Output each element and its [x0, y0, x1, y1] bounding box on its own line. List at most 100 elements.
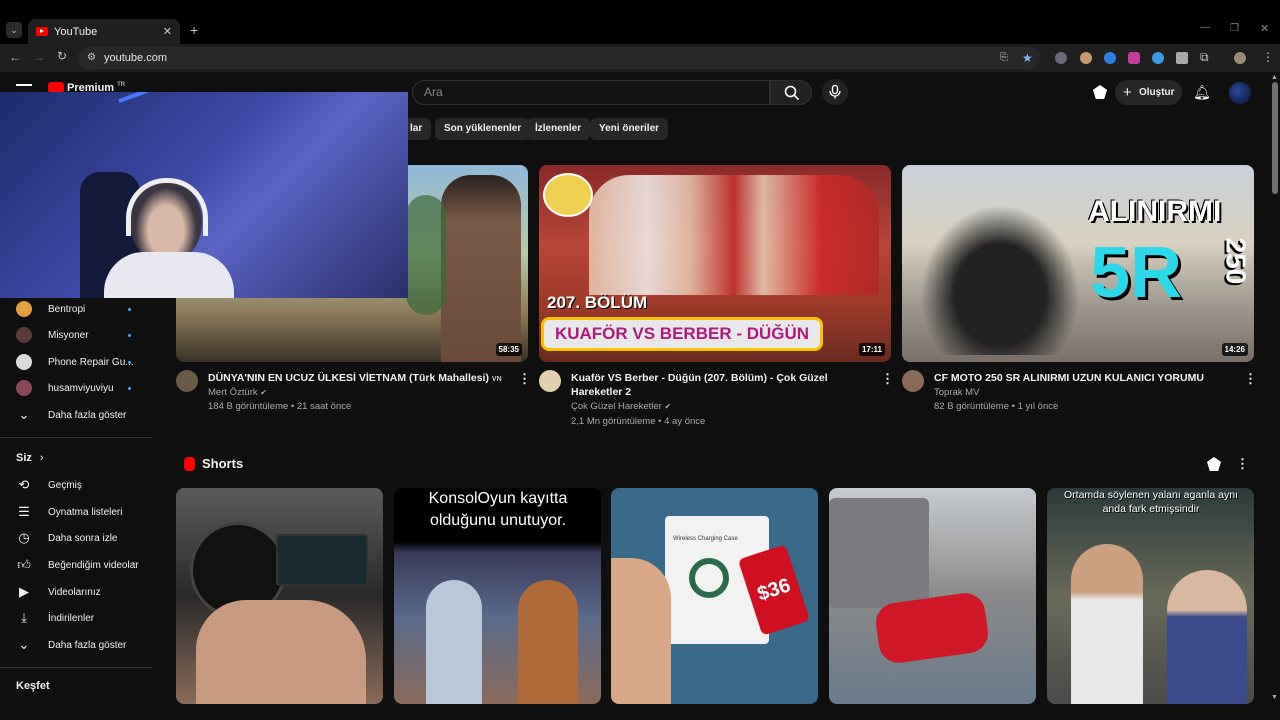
minimize-icon[interactable]: — [1200, 22, 1210, 33]
account-avatar[interactable] [1229, 82, 1251, 104]
shorts-more-icon[interactable]: ⋮ [1236, 456, 1249, 472]
sidebar-subscription[interactable]: husamviyuviyu [16, 380, 114, 396]
channel-name[interactable]: Mert Öztürk ✔ [208, 386, 267, 400]
sidebar-item-your-videos[interactable]: ▶ Videolarınız [16, 584, 101, 600]
bookmark-star-icon[interactable]: ★ [1022, 47, 1033, 69]
sidebar-subscription[interactable]: Phone Repair Gu... [16, 354, 134, 370]
maximize-icon[interactable]: ❐ [1230, 23, 1239, 34]
voice-search-button[interactable] [822, 79, 848, 105]
sidebar-item-downloads[interactable]: ⤓ İndirilenler [16, 610, 94, 626]
youtube-favicon-icon [36, 27, 48, 36]
channel-name-text: Çok Güzel Hareketler [571, 401, 662, 412]
chip-recently-uploaded[interactable]: Son yüklenenler [435, 118, 531, 140]
tab-list-icon[interactable]: ⌄ [6, 22, 22, 38]
video-thumbnail[interactable]: 207. BÖLÜM KUAFÖR VS BERBER - DÜĞÜN 17:1… [539, 165, 891, 362]
scroll-up-icon[interactable]: ▲ [1271, 74, 1278, 81]
sidebar-item-label: Geçmiş [48, 479, 82, 491]
extension-blue-icon[interactable] [1104, 52, 1116, 64]
tab-close-icon[interactable]: ✕ [163, 25, 172, 38]
sidebar-item-watch-later[interactable]: ◷ Daha sonra izle [16, 530, 117, 546]
extension-cyan-icon[interactable] [1152, 52, 1164, 64]
back-icon[interactable]: ← [9, 50, 21, 64]
browser-tab-bar: ⌄ YouTube ✕ + — ❐ ✕ [0, 0, 1280, 44]
channel-avatar[interactable] [539, 370, 561, 392]
short-video[interactable]: KonsolOyun kayıtta olduğunu unutuyor. [394, 488, 601, 704]
install-app-icon[interactable]: ⎘ [1000, 47, 1008, 69]
channel-name[interactable]: Toprak MV [934, 386, 979, 400]
sidebar-divider [0, 437, 152, 438]
video-more-icon[interactable]: ⋮ [1244, 371, 1257, 387]
forward-icon[interactable]: → [33, 50, 45, 64]
shorts-heading: Shorts [202, 456, 244, 471]
webcam-light [118, 92, 148, 104]
chip-new-to-you[interactable]: Yeni öneriler [590, 118, 669, 140]
search-button[interactable] [770, 80, 812, 105]
extension-filter-icon[interactable] [1176, 52, 1188, 64]
short-video[interactable]: Ortamda söylenen yalanı aganla aynı anda… [1047, 488, 1254, 704]
extension-avatar-icon[interactable] [1080, 52, 1092, 64]
channel-avatar[interactable] [902, 370, 924, 392]
video-title[interactable]: Kuaför VS Berber - Düğün (207. Bölüm) - … [571, 371, 876, 399]
sidebar-item-liked-videos[interactable]: 👍︎ Beğendiğim videolar [16, 557, 139, 573]
profile-avatar-icon[interactable] [1234, 52, 1246, 64]
video-duration: 17:11 [858, 343, 885, 356]
sidebar-show-more[interactable]: ⌄ Daha fazla göster [16, 637, 127, 653]
sidebar-item-label: İndirilenler [48, 612, 95, 624]
your-videos-icon: ▶ [19, 584, 29, 599]
video-thumbnail[interactable]: ALINIRMI 5R 250 14:26 [902, 165, 1254, 362]
short-display [276, 534, 368, 586]
short-person [1071, 544, 1143, 704]
short-caption: Ortamda söylenen yalanı aganla aynı anda… [1064, 489, 1238, 515]
sidebar-item-history[interactable]: ⟲ Geçmiş [16, 477, 82, 493]
notifications-bell-icon[interactable]: 🔔︎ [1193, 84, 1211, 101]
subscription-avatar [16, 354, 32, 370]
video-title[interactable]: DÜNYA'NIN EN UCUZ ÜLKESİ VİETNAM (Türk M… [208, 371, 508, 387]
short-person [426, 580, 482, 704]
short-engine [829, 498, 929, 608]
short-box-label: Wireless Charging Case [673, 536, 738, 542]
search-input[interactable]: Ara [412, 80, 770, 105]
browser-tab[interactable]: YouTube ✕ [28, 19, 180, 44]
create-label: Oluştur [1139, 87, 1175, 98]
reload-icon[interactable]: ↻ [57, 49, 67, 63]
chevron-down-icon: ⌄ [18, 637, 30, 652]
extension-pink-icon[interactable] [1128, 52, 1140, 64]
history-icon: ⟲ [18, 477, 30, 492]
url-text: youtube.com [104, 52, 167, 64]
short-hand [196, 600, 366, 704]
channel-name-text: Mert Öztürk [208, 387, 258, 398]
channel-avatar[interactable] [176, 370, 198, 392]
scroll-down-icon[interactable]: ▼ [1271, 694, 1278, 701]
chip-watched[interactable]: İzlenenler [526, 118, 591, 140]
webcam-overlay [0, 92, 408, 298]
subscription-avatar [16, 301, 32, 317]
video-title[interactable]: CF MOTO 250 SR ALINIRMI UZUN KULANICI YO… [934, 371, 1239, 385]
extensions-puzzle-icon[interactable]: ⧉ [1200, 50, 1209, 65]
channel-name[interactable]: Çok Güzel Hareketler ✔ [571, 400, 671, 414]
browser-menu-icon[interactable]: ⋮ [1262, 50, 1274, 64]
sidebar-item-playlists[interactable]: ☰ Oynatma listeleri [16, 504, 122, 520]
video-more-icon[interactable]: ⋮ [518, 371, 531, 387]
you-heading-label: Siz [16, 452, 32, 464]
new-tab-icon[interactable]: + [190, 22, 198, 38]
short-video[interactable]: Wireless Charging Case $36 [611, 488, 818, 704]
short-video[interactable] [829, 488, 1036, 704]
address-bar[interactable]: ⚙ youtube.com ⎘ ★ [78, 47, 1040, 69]
close-window-icon[interactable]: ✕ [1260, 22, 1269, 35]
create-button[interactable]: + Oluştur [1115, 80, 1182, 105]
video-more-icon[interactable]: ⋮ [881, 371, 894, 387]
sidebar-item-label: Beğendiğim videolar [48, 559, 139, 571]
short-video[interactable] [176, 488, 383, 704]
sidebar-subscription[interactable]: Misyoner [16, 327, 89, 343]
sidebar-show-more[interactable]: ⌄ Daha fazla göster [16, 407, 127, 423]
sidebar-you-heading[interactable]: Siz › [16, 452, 44, 464]
sidebar-subscription[interactable]: Bentropi [16, 301, 85, 317]
subscription-name: Misyoner [48, 329, 89, 341]
video-duration: 14:26 [1221, 343, 1248, 356]
subscription-name: Bentropi [48, 303, 86, 315]
page-scrollbar[interactable] [1272, 82, 1278, 194]
title-badge: VN [491, 376, 502, 383]
site-info-icon[interactable]: ⚙ [87, 47, 96, 69]
thumbnail-logo [543, 173, 593, 217]
extension-shield-icon[interactable] [1055, 52, 1067, 64]
